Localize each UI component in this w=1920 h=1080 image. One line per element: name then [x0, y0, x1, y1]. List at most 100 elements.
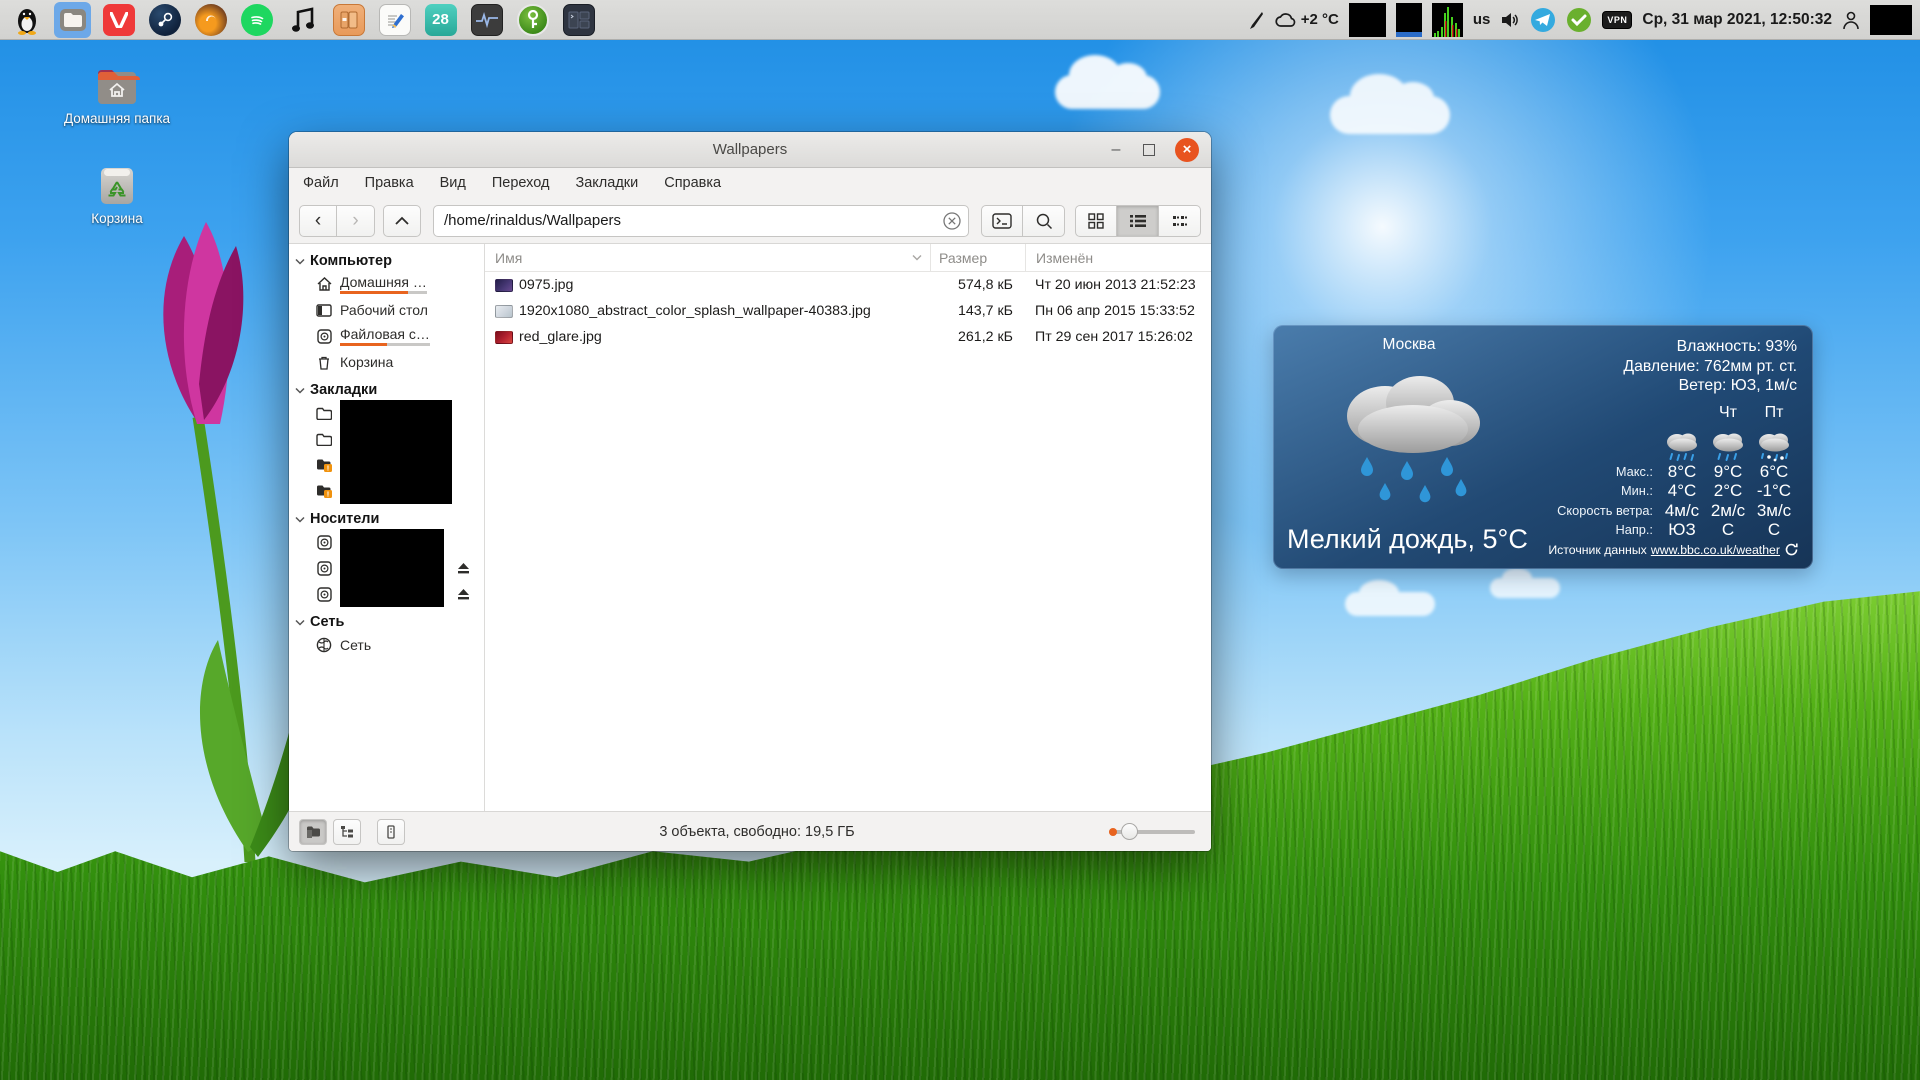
section-network[interactable]: Сеть	[289, 611, 484, 632]
back-button[interactable]: ‹	[299, 205, 337, 237]
keyboard-layout-indicator[interactable]: us	[1473, 11, 1491, 28]
folder-warning-icon: !	[315, 458, 333, 473]
zoom-slider-min-dot	[1109, 828, 1117, 836]
image-thumbnail	[495, 305, 513, 318]
show-tree-toggle[interactable]	[333, 819, 361, 845]
sidebar-volume[interactable]	[289, 581, 484, 607]
eject-icon[interactable]	[457, 588, 470, 600]
music-player-icon[interactable]	[284, 2, 321, 38]
terminal-tiling-icon[interactable]	[560, 2, 597, 38]
user-icon[interactable]	[1842, 10, 1860, 30]
sidebar-bookmark[interactable]: !	[289, 452, 484, 478]
file-row[interactable]: 0975.jpg 574,8 кБ Чт 20 июн 2013 21:52:2…	[485, 272, 1211, 298]
search-button[interactable]	[1023, 205, 1065, 237]
list-header: Имя Размер Изменён	[485, 244, 1211, 272]
telegram-tray-icon[interactable]	[1530, 7, 1556, 33]
forecast-rain-icon	[1659, 426, 1705, 462]
weather-source: Источник данных www.bbc.co.uk/weather	[1548, 542, 1799, 557]
up-button[interactable]	[383, 205, 421, 237]
sidebar-item-network[interactable]: Сеть	[289, 632, 484, 658]
status-text: 3 объекта, свободно: 19,5 ГБ	[411, 824, 1103, 840]
menu-help[interactable]: Справка	[664, 175, 721, 191]
file-row[interactable]: red_glare.jpg 261,2 кБ Пт 29 сен 2017 15…	[485, 324, 1211, 350]
zoom-slider-handle[interactable]	[1121, 823, 1138, 840]
show-side-pane-toggle[interactable]	[377, 819, 405, 845]
chevron-down-icon	[295, 387, 305, 394]
menu-edit[interactable]: Правка	[365, 175, 414, 191]
open-terminal-button[interactable]	[981, 205, 1023, 237]
disk-monitor-widget[interactable]	[1396, 3, 1422, 37]
disk-icon	[315, 587, 333, 602]
sidebar-item-desktop[interactable]: Рабочий стол	[289, 297, 484, 323]
chevron-down-icon	[295, 516, 305, 523]
sidebar-item-filesystem[interactable]: Файловая с…	[289, 323, 484, 349]
desktop-icon-home[interactable]: Домашняя папка	[58, 66, 176, 128]
list-view-button[interactable]	[1117, 205, 1159, 237]
column-header-name[interactable]: Имя	[485, 250, 930, 266]
compact-view-button[interactable]	[1159, 205, 1201, 237]
sidebar-volume[interactable]	[289, 529, 484, 555]
column-header-size[interactable]: Размер	[930, 244, 1025, 271]
weather-city: Москва	[1273, 336, 1545, 354]
panel-clock[interactable]: Ср, 31 мар 2021, 12:50:32	[1642, 11, 1832, 29]
file-row[interactable]: 1920x1080_abstract_color_splash_wallpape…	[485, 298, 1211, 324]
column-header-modified[interactable]: Изменён	[1025, 244, 1211, 271]
disk-icon	[315, 561, 333, 576]
weather-forecast: Чт Пт Макс.: 8°C 9°C 6°C Мин.: 4°C 2°	[1553, 404, 1797, 540]
package-manager-icon[interactable]	[330, 2, 367, 38]
icon-view-button[interactable]	[1075, 205, 1117, 237]
sidebar-volume[interactable]	[289, 555, 484, 581]
minimize-button[interactable]: –	[1109, 143, 1123, 157]
section-computer[interactable]: Компьютер	[289, 250, 484, 271]
menu-view[interactable]: Вид	[440, 175, 466, 191]
keepass-icon[interactable]	[514, 2, 551, 38]
forward-button[interactable]: ›	[337, 205, 375, 237]
linux-menu-icon[interactable]	[8, 2, 45, 38]
vpn-indicator[interactable]: VPN	[1602, 11, 1632, 29]
cpu-monitor-widget[interactable]	[1349, 3, 1386, 37]
sidebar-item-label: Корзина	[340, 354, 393, 370]
pen-tablet-icon[interactable]	[1247, 10, 1265, 30]
window-titlebar[interactable]: Wallpapers – ×	[289, 132, 1211, 168]
text-editor-icon[interactable]	[376, 2, 413, 38]
sidebar-bookmark[interactable]	[289, 400, 484, 426]
sidebar-bookmark[interactable]: !	[289, 478, 484, 504]
wallpaper-cloud	[1330, 96, 1450, 134]
panel-launchers: 28	[8, 2, 597, 38]
calendar-icon[interactable]: 28	[422, 2, 459, 38]
web-browser-icon[interactable]	[192, 2, 229, 38]
toolbar: ‹ ›	[289, 198, 1211, 244]
sidebar-bookmark[interactable]	[289, 426, 484, 452]
sidebar-item-home[interactable]: Домашняя …	[289, 271, 484, 297]
image-thumbnail	[495, 331, 513, 344]
vivaldi-browser-icon[interactable]	[100, 2, 137, 38]
section-volumes[interactable]: Носители	[289, 508, 484, 529]
steam-icon[interactable]	[146, 2, 183, 38]
forecast-row-label: Скорость ветра:	[1553, 503, 1659, 518]
sidebar-item-trash[interactable]: Корзина	[289, 349, 484, 375]
menu-go[interactable]: Переход	[492, 175, 550, 191]
clear-path-icon[interactable]	[942, 211, 962, 231]
trash-icon	[315, 355, 333, 370]
volume-icon[interactable]	[1500, 11, 1520, 29]
zoom-slider[interactable]	[1109, 822, 1195, 842]
menubar: Файл Правка Вид Переход Закладки Справка	[289, 168, 1211, 198]
section-bookmarks[interactable]: Закладки	[289, 379, 484, 400]
close-button[interactable]: ×	[1175, 138, 1199, 162]
system-monitor-icon[interactable]	[468, 2, 505, 38]
desktop: 28 +2 °C us	[0, 0, 1920, 1080]
desktop-icon-trash[interactable]: Корзина	[58, 162, 176, 228]
network-monitor-widget[interactable]	[1432, 3, 1463, 37]
spotify-icon[interactable]	[238, 2, 275, 38]
eject-icon[interactable]	[457, 562, 470, 574]
menu-file[interactable]: Файл	[303, 175, 339, 191]
refresh-icon[interactable]	[1784, 542, 1799, 557]
file-manager-icon[interactable]	[54, 2, 91, 38]
weather-tray-indicator[interactable]: +2 °C	[1275, 11, 1339, 28]
maximize-button[interactable]	[1143, 144, 1155, 156]
weather-source-link[interactable]: www.bbc.co.uk/weather	[1651, 543, 1780, 557]
menu-bookmarks[interactable]: Закладки	[575, 175, 638, 191]
path-input[interactable]	[433, 205, 969, 237]
sync-ok-tray-icon[interactable]	[1566, 7, 1592, 33]
show-places-toggle[interactable]	[299, 819, 327, 845]
